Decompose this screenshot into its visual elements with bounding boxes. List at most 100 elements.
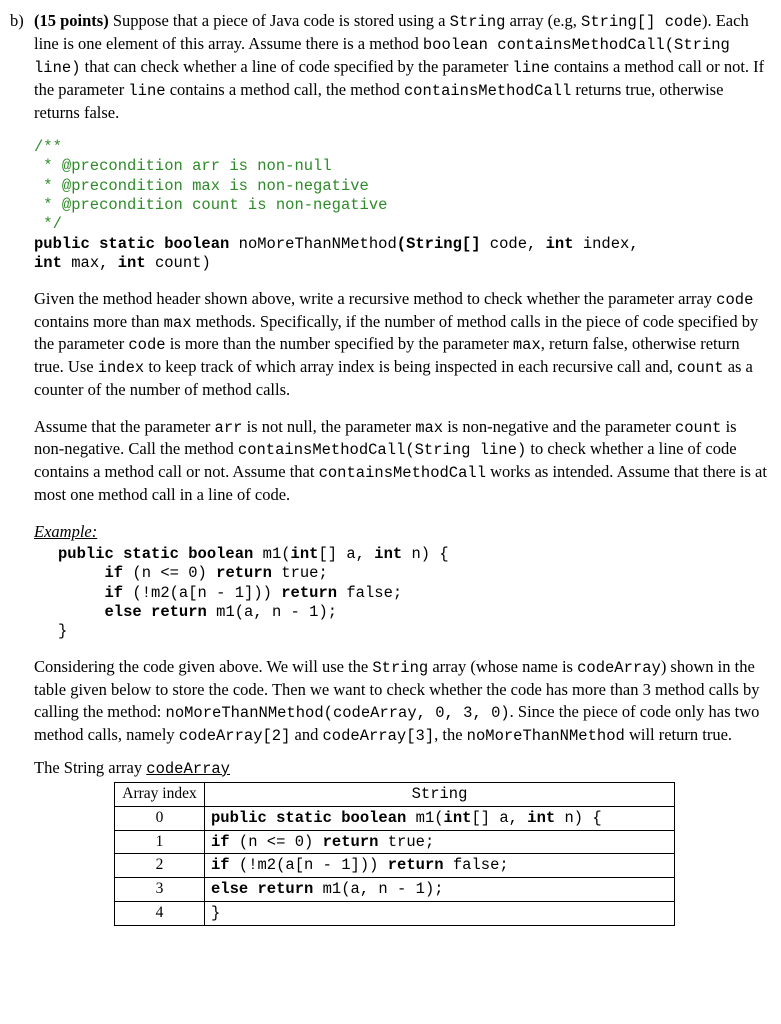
table-row: 3 else return m1(a, n - 1); <box>115 878 675 902</box>
cell-idx: 0 <box>115 806 205 830</box>
ex: } <box>58 622 67 640</box>
code-inline: containsMethodCall <box>404 82 571 100</box>
jdoc-line: * @precondition count is non-negative <box>34 196 387 214</box>
jdoc-line: /** <box>34 138 62 156</box>
ex: if <box>58 564 132 582</box>
code-inline: max <box>164 314 192 332</box>
code-inline: String <box>450 13 506 31</box>
cell-str: else return m1(a, n - 1); <box>205 878 675 902</box>
sig: int <box>34 254 71 272</box>
txt: is more than the number specified by the… <box>166 334 513 353</box>
code-inline: codeArray <box>577 659 661 677</box>
txt: , the <box>434 725 467 744</box>
txt: The String array <box>34 758 146 777</box>
txt: array (whose name is <box>428 657 577 676</box>
sig: code, <box>490 235 546 253</box>
ex: (n <= 0) <box>132 564 216 582</box>
javadoc-block: /** * @precondition arr is non-null * @p… <box>34 138 767 274</box>
table-row: 2 if (!m2(a[n - 1])) return false; <box>115 854 675 878</box>
ex: true; <box>281 564 328 582</box>
sig: noMoreThanNMethod <box>239 235 397 253</box>
cell-str: if (!m2(a[n - 1])) return false; <box>205 854 675 878</box>
code-inline: line <box>513 59 550 77</box>
txt: will return true. <box>625 725 732 744</box>
code-inline: arr <box>215 419 243 437</box>
th-index: Array index <box>115 782 205 806</box>
table-row: 0 public static boolean m1(int[] a, int … <box>115 806 675 830</box>
code-inline: max <box>513 336 541 354</box>
jdoc-line: * @precondition arr is non-null <box>34 157 332 175</box>
table-row: 4 } <box>115 902 675 926</box>
code-inline: line <box>128 82 165 100</box>
cell-idx: 4 <box>115 902 205 926</box>
txt: Given the method header shown above, wri… <box>34 289 716 308</box>
code-inline: code <box>716 291 753 309</box>
sig: count) <box>155 254 211 272</box>
code-inline: String <box>372 659 428 677</box>
code-inline: index <box>98 359 145 377</box>
sig: (String[] <box>397 235 490 253</box>
txt: Considering the code given above. We wil… <box>34 657 372 676</box>
code-inline: codeArray[2] <box>179 727 291 745</box>
ex: false; <box>346 584 402 602</box>
para-3: Assume that the parameter arr is not nul… <box>34 416 767 507</box>
intro-paragraph: (15 points) Suppose that a piece of Java… <box>34 10 767 124</box>
txt: contains a method call, the method <box>166 80 404 99</box>
txt: and <box>290 725 322 744</box>
code-inline: containsMethodCall(String line) <box>238 441 526 459</box>
txt: Suppose that a piece of Java code is sto… <box>109 11 450 30</box>
cell-idx: 1 <box>115 830 205 854</box>
sig: public static boolean <box>34 235 239 253</box>
cell-str: if (n <= 0) return true; <box>205 830 675 854</box>
sig: max, <box>71 254 118 272</box>
txt: is non-negative and the parameter <box>443 417 675 436</box>
code-inline: noMoreThanNMethod <box>467 727 625 745</box>
ex: return <box>281 584 346 602</box>
ex: int <box>291 545 319 563</box>
txt: contains more than <box>34 312 164 331</box>
sig: int <box>546 235 583 253</box>
code-inline: count <box>677 359 724 377</box>
code-inline: count <box>675 419 722 437</box>
table-header-row: Array index String <box>115 782 675 806</box>
ex: public static boolean <box>58 545 263 563</box>
jdoc-line: */ <box>34 215 62 233</box>
code-inline: noMoreThanNMethod(codeArray, 0, 3, 0) <box>166 704 510 722</box>
code-inline: containsMethodCall <box>319 464 486 482</box>
question-label: b) <box>10 10 34 32</box>
txt: array (e.g, <box>505 11 581 30</box>
ex: n) { <box>402 545 449 563</box>
code-inline: max <box>415 419 443 437</box>
code-inline: code <box>128 336 165 354</box>
para-4: Considering the code given above. We wil… <box>34 656 767 747</box>
question-content: (15 points) Suppose that a piece of Java… <box>34 10 767 926</box>
ex: m1(a, n - 1); <box>216 603 337 621</box>
points-label: (15 points) <box>34 11 109 30</box>
txt: that can check whether a line of code sp… <box>81 57 513 76</box>
sig: index, <box>583 235 648 253</box>
example-label: Example: <box>34 521 767 543</box>
txt: Assume that the parameter <box>34 417 215 436</box>
txt: is not null, the parameter <box>242 417 415 436</box>
example-code-block: public static boolean m1(int[] a, int n)… <box>58 545 767 642</box>
table-row: 1 if (n <= 0) return true; <box>115 830 675 854</box>
table-title: The String array codeArray <box>34 757 767 780</box>
cell-str: public static boolean m1(int[] a, int n)… <box>205 806 675 830</box>
ex: else return <box>58 603 216 621</box>
ex: return <box>216 564 281 582</box>
ex: m1( <box>263 545 291 563</box>
ex: int <box>374 545 402 563</box>
cell-str: } <box>205 902 675 926</box>
code-inline: codeArray <box>146 760 230 778</box>
para-2: Given the method header shown above, wri… <box>34 288 767 402</box>
txt: to keep track of which array index is be… <box>144 357 677 376</box>
jdoc-line: * @precondition max is non-negative <box>34 177 369 195</box>
ex: [] a, <box>318 545 374 563</box>
th-string: String <box>205 782 675 806</box>
cell-idx: 3 <box>115 878 205 902</box>
code-array-table: Array index String 0 public static boole… <box>114 782 675 927</box>
sig: int <box>118 254 155 272</box>
cell-idx: 2 <box>115 854 205 878</box>
code-inline: String[] code <box>581 13 702 31</box>
code-inline: codeArray[3] <box>323 727 435 745</box>
